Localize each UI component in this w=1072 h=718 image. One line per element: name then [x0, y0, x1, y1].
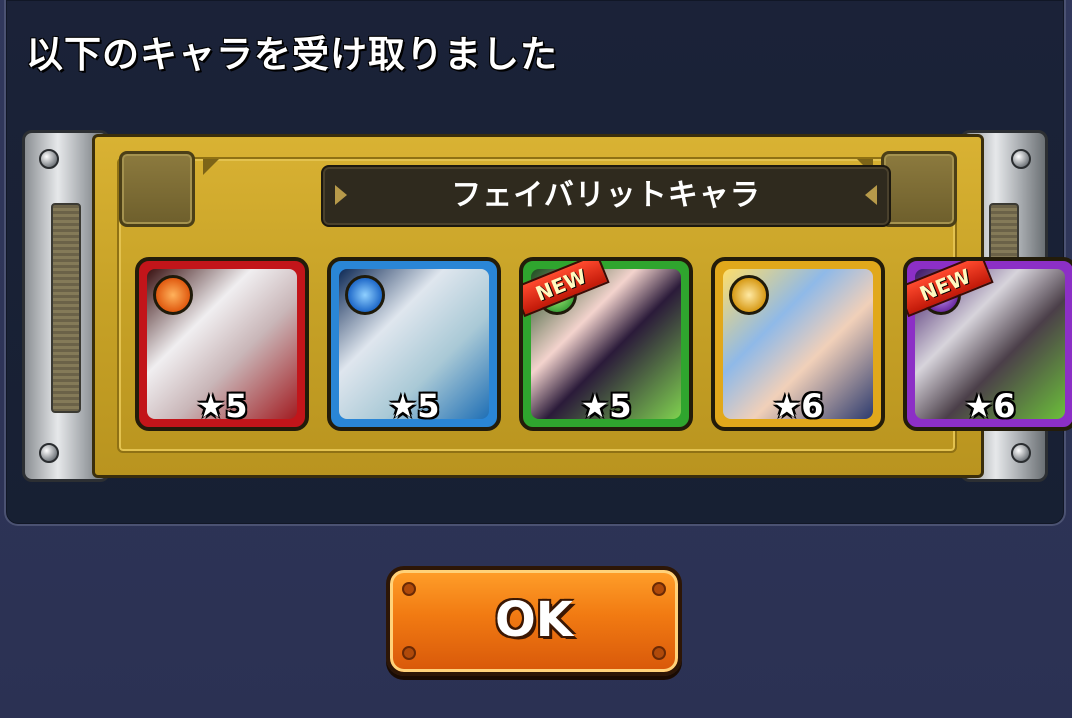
corner-triangle-icon: [203, 159, 219, 175]
banner-label-plate: フェイバリットキャラ: [321, 165, 891, 227]
ok-button-label: OK: [495, 592, 573, 648]
bolt-icon: [1011, 443, 1031, 463]
banner-label: フェイバリットキャラ: [451, 178, 761, 213]
gold-board: フェイバリットキャラ ★5 ★5 NEW ★5 ★6 NEW ★6: [92, 134, 1072, 478]
bolt-icon: [39, 149, 59, 169]
rarity-stars: ★5: [388, 387, 440, 425]
character-card[interactable]: ★5: [327, 257, 501, 431]
character-card[interactable]: NEW ★5: [519, 257, 693, 431]
rarity-stars: ★6: [964, 387, 1016, 425]
rarity-stars: ★5: [580, 387, 632, 425]
fire-element-icon: [153, 275, 193, 315]
corner-square-left: [119, 151, 195, 227]
corner-square-right: [881, 151, 957, 227]
rivet-icon: [652, 582, 666, 596]
character-list: ★5 ★5 NEW ★5 ★6 NEW ★6: [135, 257, 1072, 437]
character-card[interactable]: ★5: [135, 257, 309, 431]
vent-slot: [51, 203, 81, 413]
arrow-right-icon: [335, 185, 347, 205]
rivet-icon: [402, 646, 416, 660]
rivet-icon: [652, 646, 666, 660]
rarity-stars: ★5: [196, 387, 248, 425]
page-title: 以下のキャラを受け取りました: [26, 33, 558, 76]
favorite-banner: フェイバリットキャラ ★5 ★5 NEW ★5 ★6 NEW ★6: [22, 130, 1072, 482]
character-card[interactable]: ★6: [711, 257, 885, 431]
arrow-left-icon: [865, 185, 877, 205]
rivet-icon: [402, 582, 416, 596]
bolt-icon: [1011, 149, 1031, 169]
light-element-icon: [729, 275, 769, 315]
water-element-icon: [345, 275, 385, 315]
rarity-stars: ★6: [772, 387, 824, 425]
ok-button[interactable]: OK: [386, 566, 682, 676]
character-card[interactable]: NEW ★6: [903, 257, 1072, 431]
bolt-icon: [39, 443, 59, 463]
